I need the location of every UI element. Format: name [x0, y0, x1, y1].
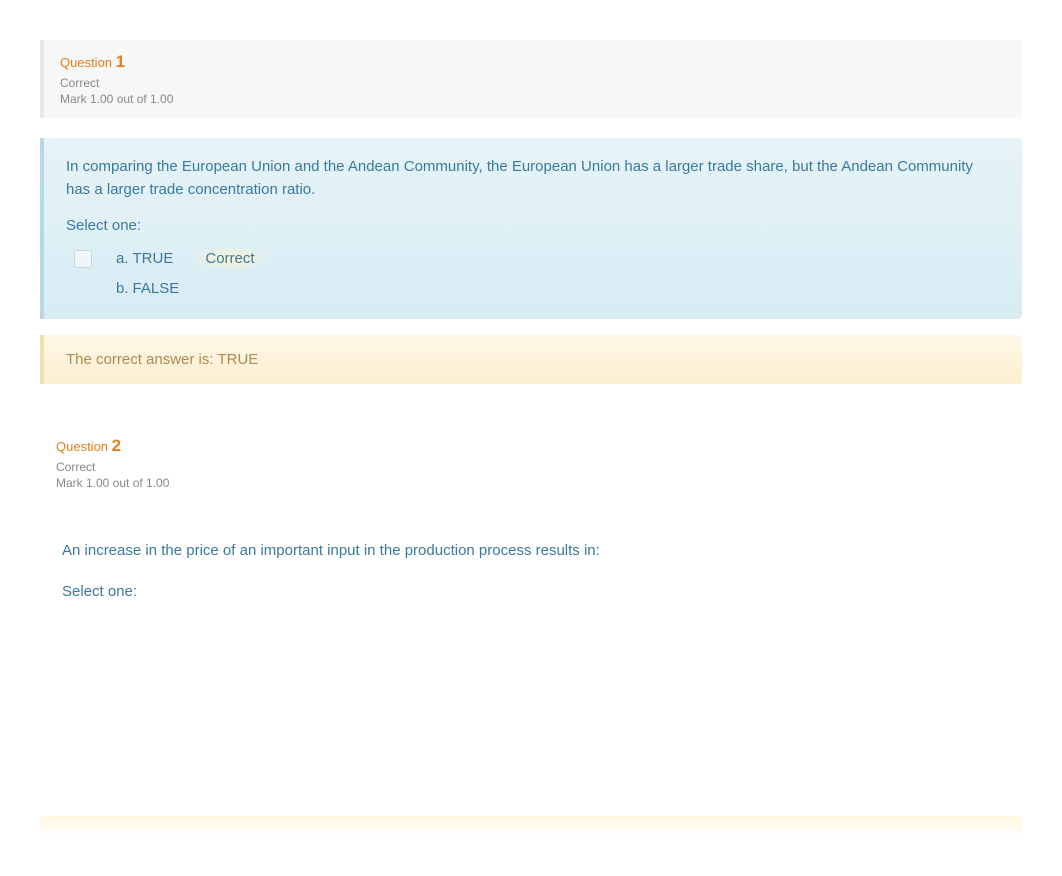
question-number: 1 [116, 52, 125, 71]
option-letter: b. [116, 280, 129, 297]
option-text: TRUE [133, 250, 174, 267]
question-title: Question 2 [56, 436, 1006, 456]
question-title: Question 1 [60, 52, 1006, 72]
radio-icon[interactable] [74, 250, 92, 268]
question-header: Question 2 Correct Mark 1.00 out of 1.00 [40, 424, 1022, 502]
question-number: 2 [112, 436, 121, 455]
select-prompt: Select one: [66, 217, 1000, 234]
question-status: Correct [60, 76, 1006, 90]
feedback-text: The correct answer is: TRUE [66, 351, 1000, 368]
question-text: An increase in the price of an important… [62, 540, 1000, 563]
question-mark: Mark 1.00 out of 1.00 [56, 476, 1006, 490]
question-header: Question 1 Correct Mark 1.00 out of 1.00 [40, 40, 1022, 118]
question-status: Correct [56, 460, 1006, 474]
answer-option-a[interactable]: a. TRUE Correct [74, 242, 1000, 275]
question-label: Question [56, 439, 108, 454]
question-block-2: Question 2 Correct Mark 1.00 out of 1.00… [40, 424, 1022, 626]
correct-badge: Correct [191, 246, 268, 271]
answer-option-b[interactable]: b. FALSE [74, 275, 1000, 301]
feedback-box: The correct answer is: TRUE [40, 335, 1022, 384]
question-label: Question [60, 55, 112, 70]
select-prompt: Select one: [62, 583, 1000, 600]
question-body: In comparing the European Union and the … [40, 138, 1022, 319]
option-letter: a. [116, 250, 129, 267]
bottom-decoration [40, 816, 1022, 836]
question-text: In comparing the European Union and the … [66, 156, 1000, 201]
question-block-1: Question 1 Correct Mark 1.00 out of 1.00… [40, 40, 1022, 384]
question-body: An increase in the price of an important… [40, 522, 1022, 626]
question-mark: Mark 1.00 out of 1.00 [60, 92, 1006, 106]
option-text: FALSE [133, 280, 180, 297]
